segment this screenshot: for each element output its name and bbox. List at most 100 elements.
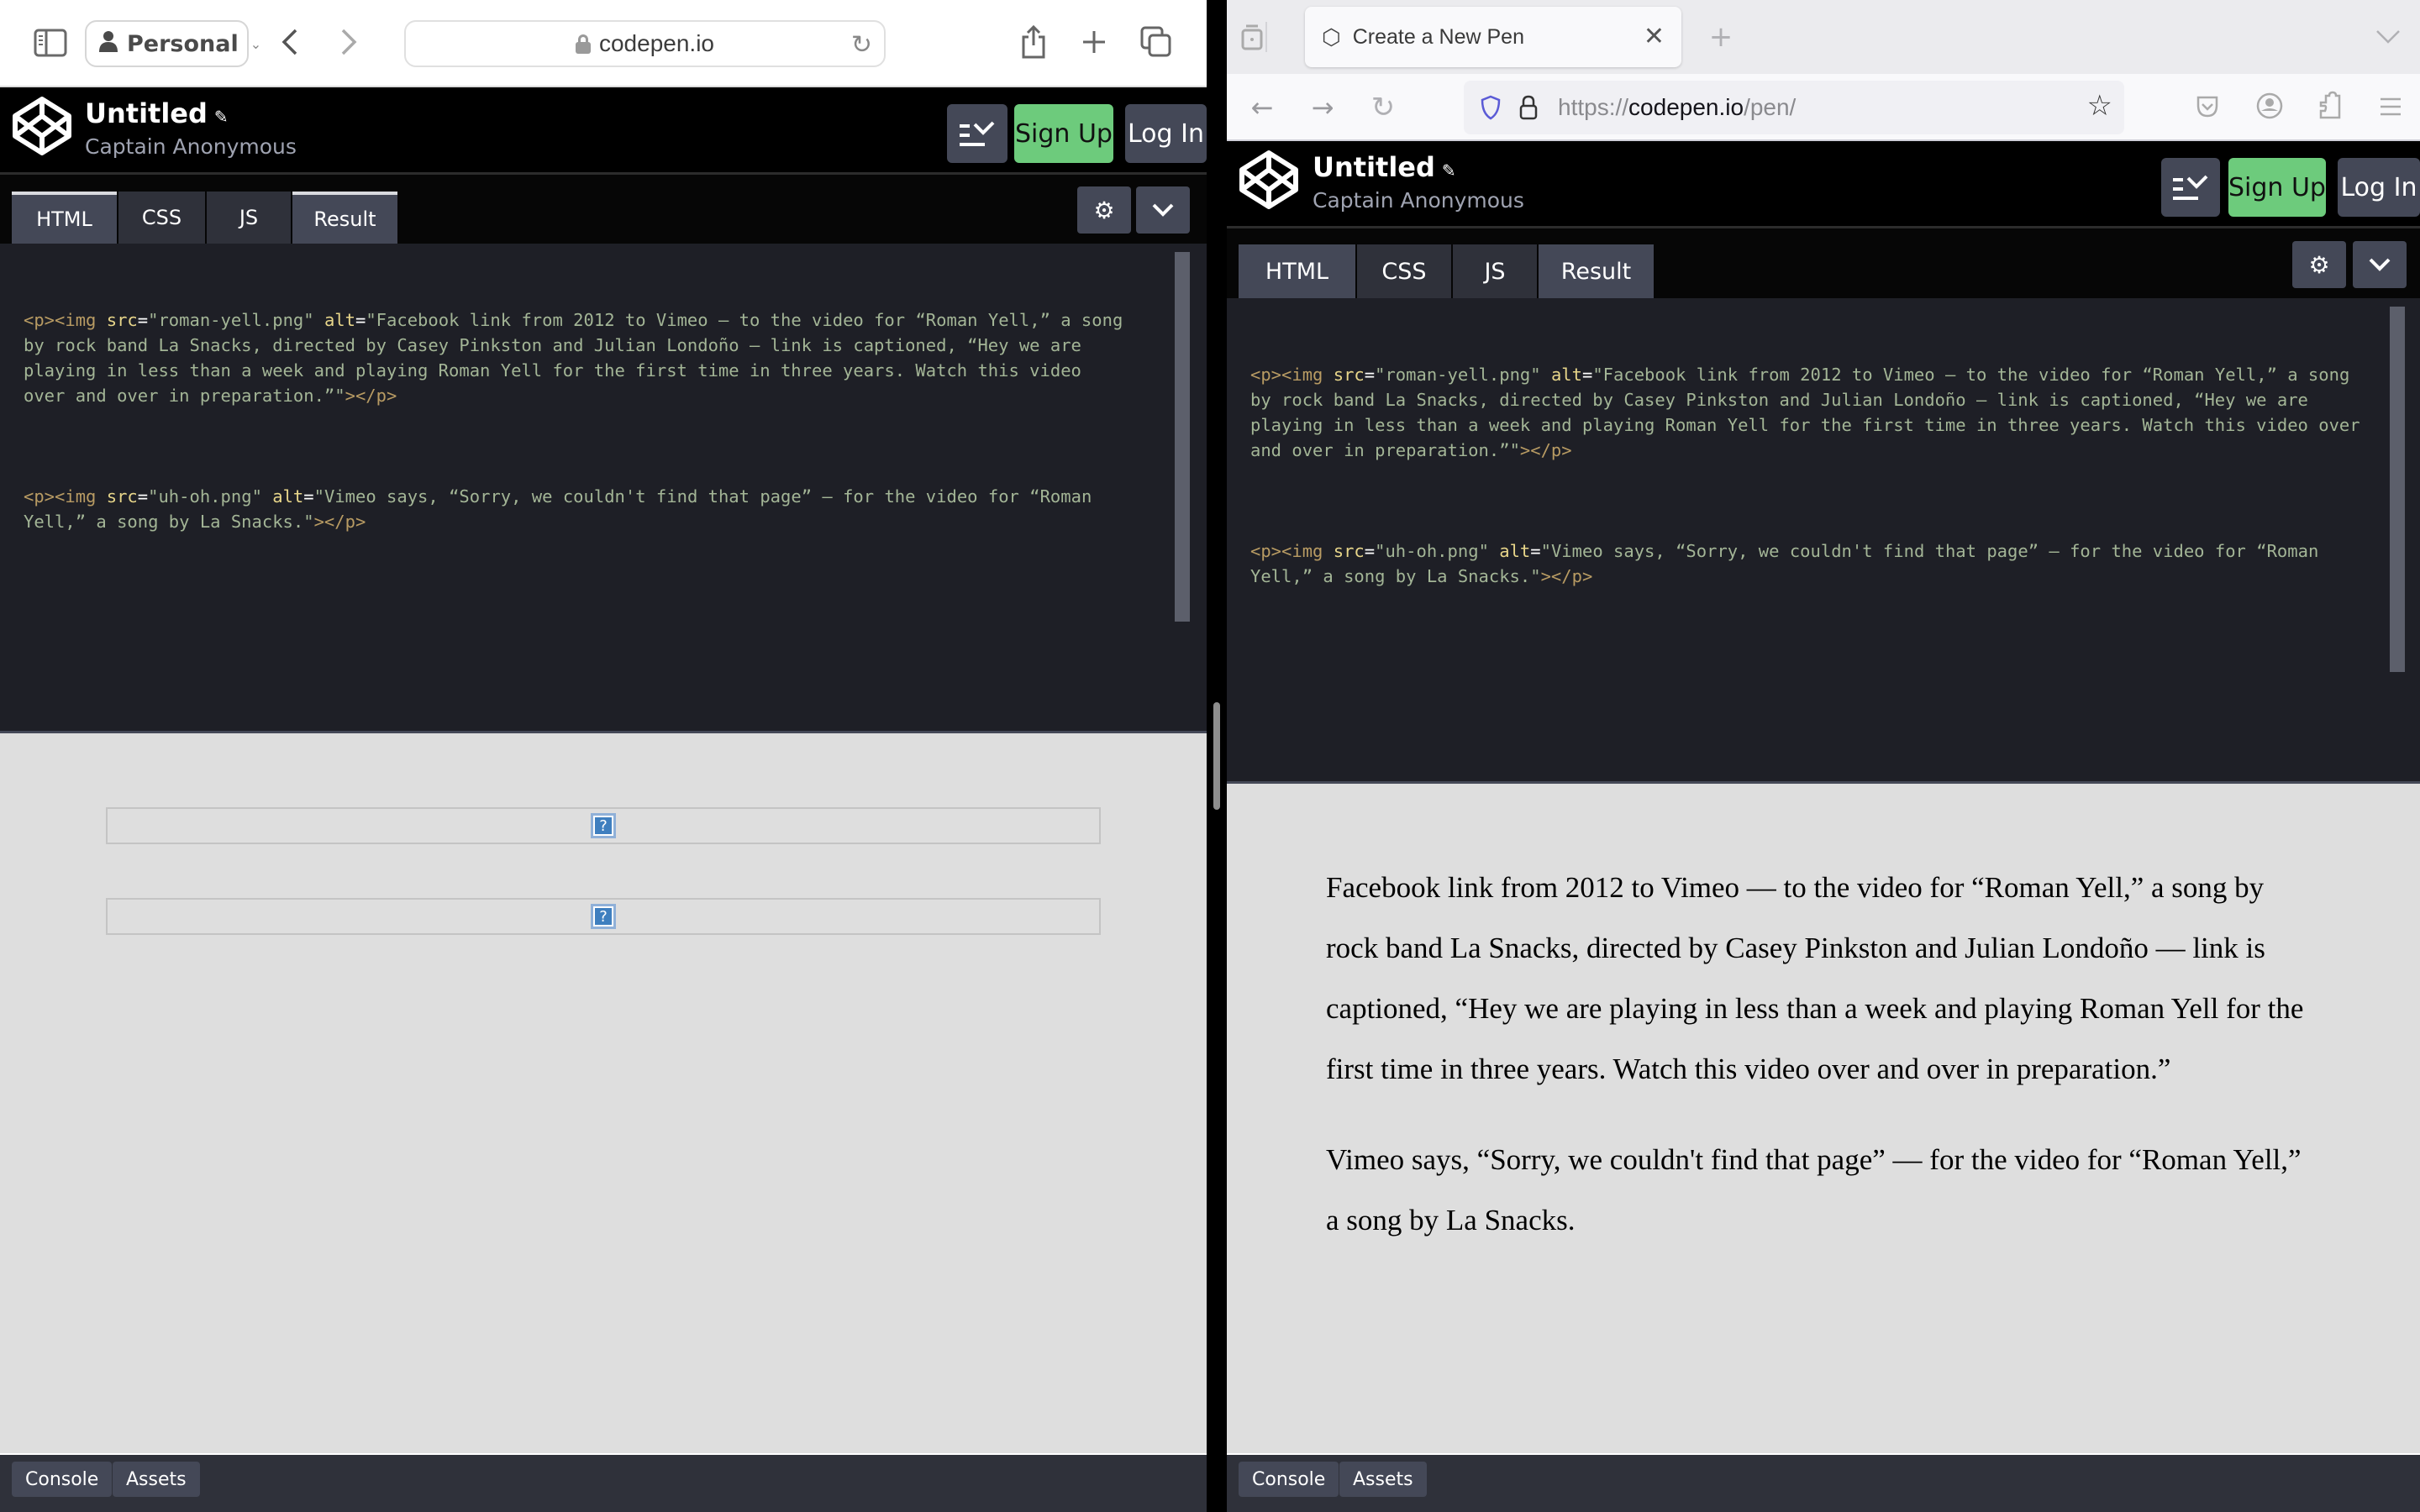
- codepen-logo-icon[interactable]: [1239, 150, 1299, 210]
- code-tag: <p>: [24, 486, 55, 507]
- code-attr: alt: [272, 486, 304, 507]
- url-host: codepen.io: [1628, 94, 1744, 120]
- account-icon[interactable]: [2255, 91, 2284, 121]
- editor-scrollbar[interactable]: [2390, 307, 2405, 672]
- html-editor[interactable]: <p><img src="roman-yell.png" alt="Facebo…: [1227, 298, 2420, 781]
- code-attr: src: [1333, 541, 1365, 561]
- back-icon[interactable]: [277, 25, 302, 59]
- console-button[interactable]: Console: [12, 1462, 113, 1497]
- code-tag: <img: [55, 310, 97, 330]
- close-icon[interactable]: ✕: [1644, 22, 1665, 51]
- menu-icon[interactable]: [2376, 92, 2405, 121]
- pen-title[interactable]: Untitled ✎: [85, 97, 229, 129]
- divider-handle[interactable]: [1213, 702, 1220, 810]
- tab-list-icon[interactable]: [2373, 22, 2403, 52]
- chevron-down-icon: ⌄: [250, 35, 262, 52]
- code-tag: <p>: [24, 310, 55, 330]
- tab-result[interactable]: Result: [1539, 244, 1654, 298]
- collapse-button[interactable]: [1136, 186, 1190, 234]
- code-attr: alt: [1499, 541, 1531, 561]
- codepen-header: Untitled ✎ Captain Anonymous Sign Up Log …: [1227, 141, 2420, 228]
- url-path: /pen/: [1744, 94, 1797, 120]
- forward-icon[interactable]: →: [1307, 92, 1338, 123]
- sign-up-button[interactable]: Sign Up: [2228, 158, 2326, 217]
- settings-button[interactable]: ⚙: [1077, 186, 1131, 234]
- layout-button[interactable]: [2161, 158, 2220, 217]
- split-divider[interactable]: [1207, 0, 1227, 1512]
- code-eq: =: [1530, 541, 1541, 561]
- assets-button[interactable]: Assets: [113, 1462, 200, 1497]
- codepen-logo-icon[interactable]: [12, 96, 72, 156]
- extensions-icon[interactable]: [2316, 89, 2344, 121]
- address-bar[interactable]: https://codepen.io/pen/ ☆: [1464, 81, 2124, 134]
- code-tag: <img: [55, 486, 97, 507]
- gear-icon: ⚙: [1093, 196, 1115, 224]
- gear-icon: ⚙: [2308, 250, 2330, 279]
- code-line: <p><img src="roman-yell.png" alt="Facebo…: [1250, 365, 2370, 460]
- result-paragraph: Facebook link from 2012 to Vimeo — to th…: [1326, 871, 2304, 1085]
- log-in-button[interactable]: Log In: [2338, 158, 2420, 217]
- result-preview: Facebook link from 2012 to Vimeo — to th…: [1227, 781, 2420, 1453]
- tab-css[interactable]: CSS: [1357, 244, 1451, 298]
- broken-image: ?: [106, 807, 1101, 844]
- code-tag: ></p>: [345, 386, 397, 406]
- sign-up-button[interactable]: Sign Up: [1014, 104, 1113, 163]
- assets-button[interactable]: Assets: [1339, 1462, 1427, 1497]
- tab-html[interactable]: HTML: [1239, 244, 1355, 298]
- code-tag: ></p>: [313, 512, 366, 532]
- tab-css[interactable]: CSS: [118, 192, 205, 244]
- tab-js[interactable]: JS: [1453, 244, 1537, 298]
- code-attr: alt: [324, 310, 355, 330]
- code-eq: =: [303, 486, 314, 507]
- forward-icon[interactable]: [336, 25, 361, 59]
- code-eq: =: [1581, 365, 1593, 385]
- code-tag: <img: [1281, 365, 1323, 385]
- layout-icon: [2173, 175, 2208, 200]
- tabs-overview-icon[interactable]: [1139, 25, 1173, 59]
- address-bar[interactable]: codepen.io ↻: [404, 20, 886, 67]
- profile-selector[interactable]: Personal ⌄: [85, 20, 261, 67]
- code-attr: alt: [1550, 365, 1582, 385]
- pencil-icon[interactable]: ✎: [1442, 160, 1456, 181]
- sidebar-icon[interactable]: [34, 28, 67, 58]
- new-tab-icon[interactable]: +: [1706, 20, 1736, 54]
- pocket-icon[interactable]: [2193, 92, 2222, 121]
- settings-button[interactable]: ⚙: [2292, 241, 2346, 288]
- code-string: roman-yell.png: [158, 310, 304, 330]
- editor-scrollbar[interactable]: [1175, 252, 1190, 622]
- bookmark-star-icon[interactable]: ☆: [2087, 89, 2112, 123]
- pencil-icon[interactable]: ✎: [214, 107, 229, 127]
- codepen-header: Untitled ✎ Captain Anonymous Sign Up Log …: [0, 87, 1207, 175]
- html-editor[interactable]: <p><img src="roman-yell.png" alt="Facebo…: [0, 244, 1207, 731]
- pen-author: Captain Anonymous: [85, 134, 297, 159]
- tab-html[interactable]: HTML: [12, 192, 117, 244]
- code-attr: src: [106, 486, 138, 507]
- console-button[interactable]: Console: [1239, 1462, 1339, 1497]
- new-tab-icon[interactable]: [1079, 25, 1109, 59]
- code-eq: =: [137, 310, 149, 330]
- shield-icon[interactable]: [1481, 95, 1501, 120]
- tab-groups-icon[interactable]: [1239, 22, 1267, 52]
- log-in-button[interactable]: Log In: [1125, 104, 1207, 163]
- share-icon[interactable]: [1018, 24, 1049, 60]
- reload-icon[interactable]: ↻: [851, 30, 872, 60]
- chevron-down-icon: [1152, 203, 1174, 217]
- code-tag: <p>: [1250, 541, 1282, 561]
- lock-icon[interactable]: [1519, 95, 1538, 120]
- back-icon[interactable]: ←: [1247, 92, 1277, 123]
- layout-button[interactable]: [947, 104, 1007, 163]
- pen-title[interactable]: Untitled ✎: [1313, 151, 1456, 183]
- tab-js[interactable]: JS: [207, 192, 291, 244]
- code-tag: ></p>: [1540, 566, 1593, 586]
- safari-toolbar: Personal ⌄ codepen.io ↻: [0, 0, 1207, 87]
- bottom-bar: Console Assets: [0, 1453, 1207, 1512]
- code-eq: =: [1364, 541, 1376, 561]
- reload-icon[interactable]: ↻: [1368, 91, 1398, 124]
- code-eq: =: [137, 486, 149, 507]
- tab-result[interactable]: Result: [292, 192, 397, 244]
- code-string: uh-oh.png: [158, 486, 252, 507]
- broken-image-icon: ?: [591, 813, 616, 838]
- pen-title-text: Untitled: [85, 97, 208, 129]
- collapse-button[interactable]: [2353, 241, 2407, 288]
- browser-tab[interactable]: ⬡ Create a New Pen ✕: [1305, 7, 1681, 67]
